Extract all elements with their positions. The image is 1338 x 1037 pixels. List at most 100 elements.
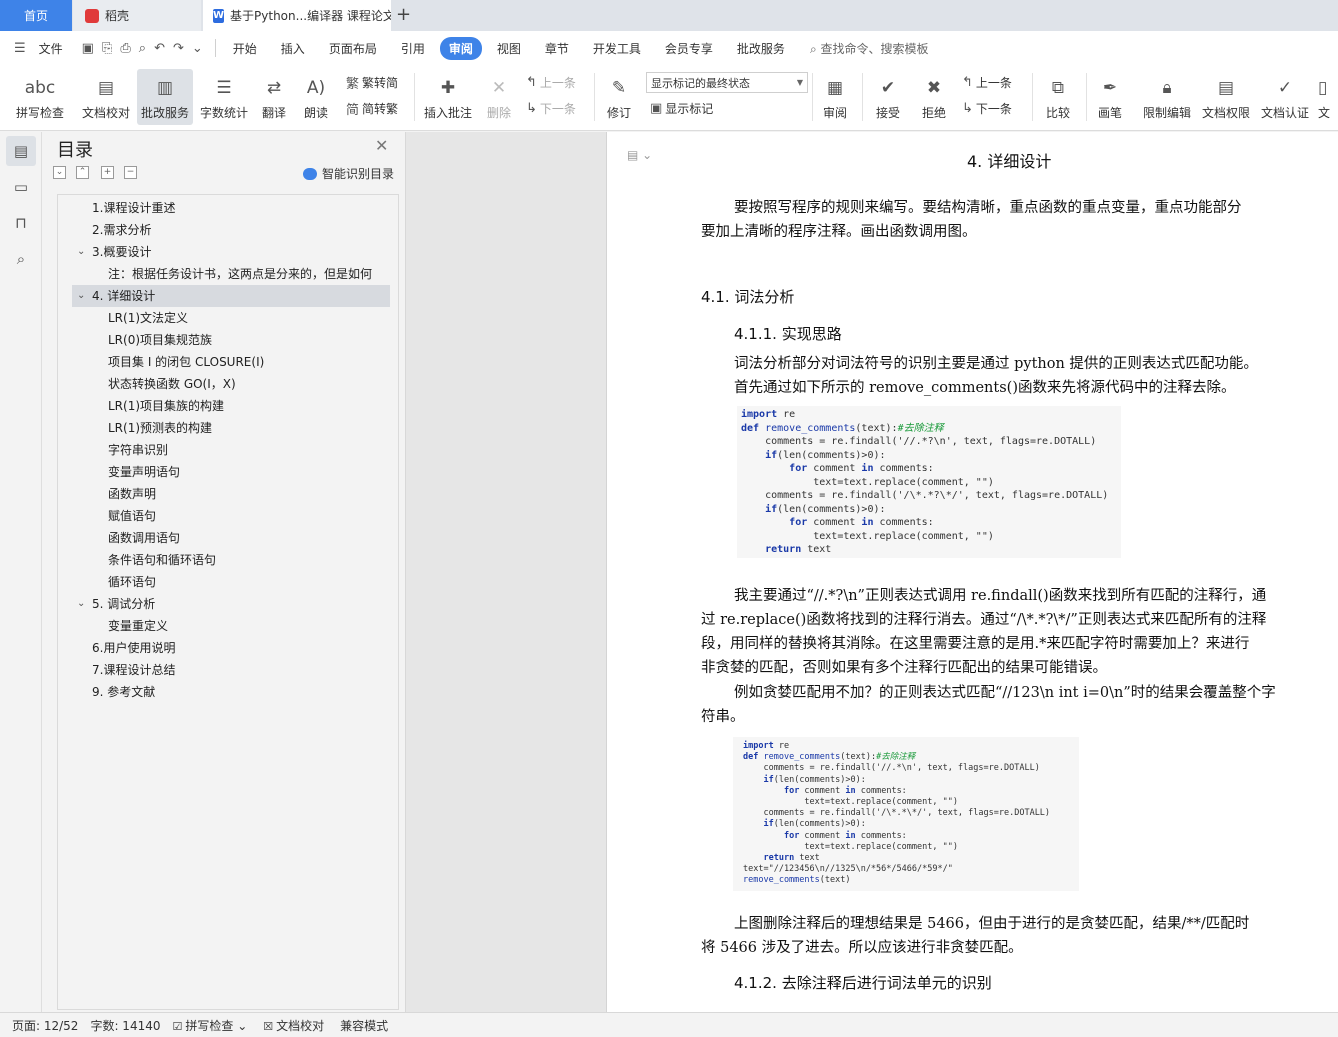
tab-home[interactable]: 首页 [0,0,72,31]
remove-level-icon[interactable]: − [124,166,137,179]
toc-item[interactable]: 9. 参考文献 [92,681,386,703]
certificate-icon: ✓ [1277,78,1293,98]
trad-to-simp-button[interactable]: 繁繁转简 [346,71,398,93]
print-preview-icon[interactable]: ⌕ [139,41,146,56]
chevron-down-icon[interactable]: ⌄ [77,285,85,307]
toc-item[interactable]: 3.概要设计 [92,241,386,263]
prev-change-button[interactable]: ↰ 上一条 [962,71,1012,93]
document-page[interactable]: ▤ ⌄ 4. 详细设计 要按照写程序的规则来编写。要结构清晰，重点函数的重点变量… [606,132,1338,1012]
ribbon-divider [862,73,863,121]
doc-proof-status[interactable]: ☒ 文档校对 [263,1017,324,1034]
toc-panel-icon[interactable]: ▤ [6,136,36,166]
menu-references[interactable]: 引用 [392,37,434,60]
restrict-edit-button[interactable]: 🔒︎ 限制编辑 [1140,69,1194,125]
toc-item[interactable]: 循环语句 [108,571,386,593]
tab-document[interactable]: W 基于Python...编译器 课程论文 [203,0,391,31]
menu-insert[interactable]: 插入 [272,37,314,60]
chevron-down-icon[interactable]: ⌄ [77,241,85,263]
hamburger-icon[interactable]: ☰ [14,41,26,56]
toc-item[interactable]: 函数声明 [108,483,386,505]
toc-item[interactable]: 7.课程设计总结 [92,659,386,681]
insert-comment-button[interactable]: ✚ 插入批注 [420,69,476,125]
page-indicator[interactable]: 页面: 12/52 [12,1017,78,1034]
accept-button[interactable]: ✔ 接受 [868,69,908,125]
page-options-icon[interactable]: ▤ ⌄ [627,148,652,162]
correction-service-button[interactable]: ▥ 批改服务 [137,69,193,125]
toc-item[interactable]: LR(1)预测表的构建 [108,417,386,439]
menu-start[interactable]: 开始 [224,37,266,60]
code-line: if(len(comments)>0): [765,503,886,515]
menu-review[interactable]: 审阅 [439,36,482,60]
translate-button[interactable]: ⇄ 翻译 [255,69,293,125]
prev-comment-button[interactable]: ↰ 上一条 [526,71,576,93]
menu-divider [214,39,216,57]
doc-cert-button[interactable]: ✓ 文档认证 [1258,69,1312,125]
doc-more-button[interactable]: ▯ 文 [1318,69,1338,125]
word-count-indicator[interactable]: 字数: 14140 [90,1017,160,1034]
toc-item[interactable]: 条件语句和循环语句 [108,549,386,571]
tab-daoke[interactable]: 稻壳 [73,0,201,31]
ai-toc-button[interactable]: 智能识别目录 [303,165,394,182]
revise-button[interactable]: ✎ 修订 [600,69,638,125]
next-change-button[interactable]: ↳ 下一条 [962,97,1012,119]
toc-item[interactable]: 变量声明语句 [108,461,386,483]
new-tab-button[interactable]: + [396,4,411,26]
add-level-icon[interactable]: + [101,166,114,179]
print-icon[interactable]: ⎙ [120,41,130,56]
next-comment-button[interactable]: ↳ 下一条 [526,97,576,119]
pen-icon: ✒ [1102,78,1118,98]
spell-check-status[interactable]: ☑ 拼写检查 ⌄ [173,1017,248,1034]
chevron-down-icon[interactable]: ⌄ [77,593,85,615]
menu-file[interactable]: 文件 [30,37,72,60]
toc-item[interactable]: 项目集 I 的闭包 CLOSURE(I) [108,351,386,373]
word-count-button[interactable]: ☰ 字数统计 [197,69,251,125]
menu-section[interactable]: 章节 [536,37,578,60]
bookmark-icon[interactable]: ⊓ [6,208,36,238]
menu-developer[interactable]: 开发工具 [584,37,650,60]
more-icon[interactable]: ⌄ [192,41,203,56]
toc-item[interactable]: 注：根据任务设计书，这两点是分来的，但是如何 [108,263,386,285]
toc-item[interactable]: 变量重定义 [108,615,386,637]
chapter-nav-icon[interactable]: ▭ [6,172,36,202]
expand-up-icon[interactable]: ⌃ [76,166,89,179]
toc-item[interactable]: LR(0)项目集规范族 [108,329,386,351]
toc-item[interactable]: 赋值语句 [108,505,386,527]
review-pane-button[interactable]: ▦ 审阅 [816,69,854,125]
toc-item[interactable]: 状态转换函数 GO(I，X) [108,373,386,395]
toc-item[interactable]: 6.用户使用说明 [92,637,386,659]
menu-correction[interactable]: 批改服务 [728,37,794,60]
doc-permission-button[interactable]: ▤ 文档权限 [1199,69,1253,125]
save-icon[interactable]: ▣ [82,41,94,56]
command-search[interactable]: ⌕ 查找命令、搜索模板 [810,40,929,57]
toc-item[interactable]: LR(1)文法定义 [108,307,386,329]
spell-check-button[interactable]: abc 拼写检查 [10,69,70,125]
toc-item[interactable]: 字符串识别 [108,439,386,461]
doc-proof-button[interactable]: ▤ 文档校对 [78,69,134,125]
paragraph: 将 5466 涉及了进去。所以应该进行非贪婪匹配。 [701,940,1023,956]
menu-view[interactable]: 视图 [488,37,530,60]
undo-icon[interactable]: ↶ [154,41,165,56]
toc-item[interactable]: 函数调用语句 [108,527,386,549]
close-icon[interactable]: ✕ [375,136,388,155]
redo-icon[interactable]: ↷ [173,41,184,56]
compare-button[interactable]: ⧉ 比较 [1038,69,1078,125]
toc-item[interactable]: 4. 详细设计 [72,285,390,307]
export-icon[interactable]: ⎘ [102,41,112,56]
delete-comment-button[interactable]: ✕ 删除 [480,69,518,125]
menu-member[interactable]: 会员专享 [656,37,722,60]
markup-view-select[interactable]: 显示标记的最终状态 ▼ [646,72,808,93]
toc-item[interactable]: 5. 调试分析 [92,593,386,615]
simp-to-trad-button[interactable]: 简简转繁 [346,97,398,119]
toc-item[interactable]: 2.需求分析 [92,219,386,241]
toc-item[interactable]: LR(1)项目集族的构建 [108,395,386,417]
code-line: def remove_comments(text):#去除注释 [741,422,944,434]
read-aloud-button[interactable]: A) 朗读 [298,69,334,125]
toc-item[interactable]: 1.课程设计重述 [92,197,386,219]
collapse-all-icon[interactable]: ⌄ [53,166,66,179]
reject-button[interactable]: ✖ 拒绝 [914,69,954,125]
show-markup-button[interactable]: ▣ 显示标记 [650,97,713,119]
document-area[interactable]: ▤ ⌄ 4. 详细设计 要按照写程序的规则来编写。要结构清晰，重点函数的重点变量… [406,132,1338,1012]
menu-page-layout[interactable]: 页面布局 [320,37,386,60]
search-icon[interactable]: ⌕ [6,244,36,274]
pen-button[interactable]: ✒ 画笔 [1092,69,1128,125]
